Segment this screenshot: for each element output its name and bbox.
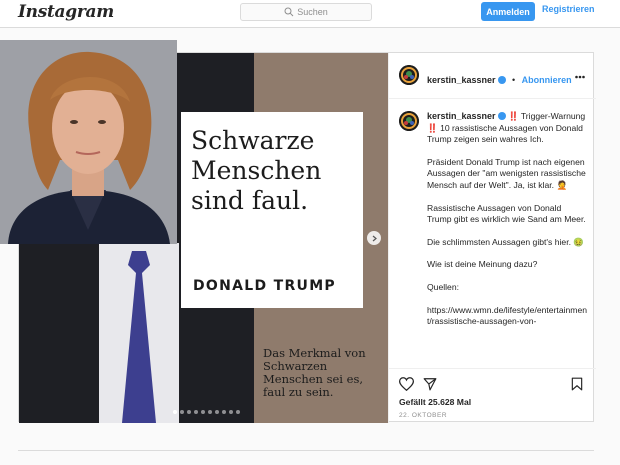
instagram-logo[interactable]: Instagram <box>18 2 114 22</box>
verified-badge-icon <box>497 112 506 120</box>
quote-caption: Das Merkmal von Schwarzen Menschen sei e… <box>263 346 366 399</box>
quote-card-title: Schwarze Menschen sind faul. <box>191 126 322 215</box>
chevron-right-icon <box>372 235 377 241</box>
search-input[interactable]: Suchen <box>240 3 372 21</box>
post-sidebar: kerstin_kassner • Abonnieren kerstin_kas… <box>388 53 596 423</box>
divider <box>18 450 594 451</box>
carousel-dot <box>208 410 212 414</box>
search-placeholder: Suchen <box>297 7 328 17</box>
like-count[interactable]: Gefällt 25.628 Mal <box>399 397 471 407</box>
post-actions: Gefällt 25.628 Mal 22. OKTOBER <box>389 368 596 423</box>
caption: kerstin_kassner ‼️ Trigger-Warnung ‼️ 10… <box>427 111 587 363</box>
post-header: kerstin_kassner • Abonnieren <box>389 53 596 99</box>
portrait-image <box>0 40 177 244</box>
carousel-dot <box>180 410 184 414</box>
verified-badge-icon <box>497 76 506 84</box>
caption-paragraph: Präsident Donald Trump ist nach eigenen … <box>427 156 586 190</box>
more-horizontal-icon[interactable] <box>575 67 585 82</box>
tie <box>122 251 156 423</box>
post-date: 22. OKTOBER <box>399 412 448 419</box>
share-icon[interactable] <box>423 377 437 391</box>
caption-paragraph: Rassistische Aussagen von Donald Trump g… <box>427 202 586 225</box>
username[interactable]: kerstin_kassner <box>427 75 496 85</box>
carousel-dot <box>201 410 205 414</box>
quote-card-author: DONALD TRUMP <box>193 278 336 294</box>
login-button[interactable]: Anmelden <box>481 2 535 21</box>
separator: • <box>512 75 516 85</box>
quote-card: Schwarze Menschen sind faul. DONALD TRUM… <box>181 112 363 308</box>
avatar[interactable] <box>399 65 419 85</box>
search-icon <box>284 7 294 17</box>
next-slide-button[interactable] <box>367 231 381 245</box>
carousel-dot <box>222 410 226 414</box>
carousel-dot <box>187 410 191 414</box>
caption-paragraph: Quellen: <box>427 281 460 292</box>
carousel-dot <box>173 410 177 414</box>
carousel-dot <box>236 410 240 414</box>
bookmark-icon[interactable] <box>571 377 583 391</box>
carousel-dots <box>173 410 240 414</box>
carousel-dot <box>215 410 219 414</box>
caption-avatar[interactable] <box>399 111 419 131</box>
top-nav: Instagram Suchen Anmelden Registrieren <box>0 0 620 28</box>
carousel-dot <box>229 410 233 414</box>
register-link[interactable]: Registrieren <box>542 4 595 14</box>
post-header-info: kerstin_kassner • Abonnieren <box>427 70 572 88</box>
source-link[interactable]: https://www.wmn.de/lifestyle/entertainme… <box>427 305 587 328</box>
caption-paragraph: Wie ist deine Meinung dazu? <box>427 259 538 270</box>
caption-paragraph: Die schlimmsten Aussagen gibt's hier. 🤢 <box>427 236 585 247</box>
portrait-photo <box>0 40 177 244</box>
carousel-dot <box>194 410 198 414</box>
follow-button[interactable]: Abonnieren <box>522 75 572 85</box>
caption-username[interactable]: kerstin_kassner <box>427 111 496 121</box>
heart-icon[interactable] <box>399 377 414 391</box>
